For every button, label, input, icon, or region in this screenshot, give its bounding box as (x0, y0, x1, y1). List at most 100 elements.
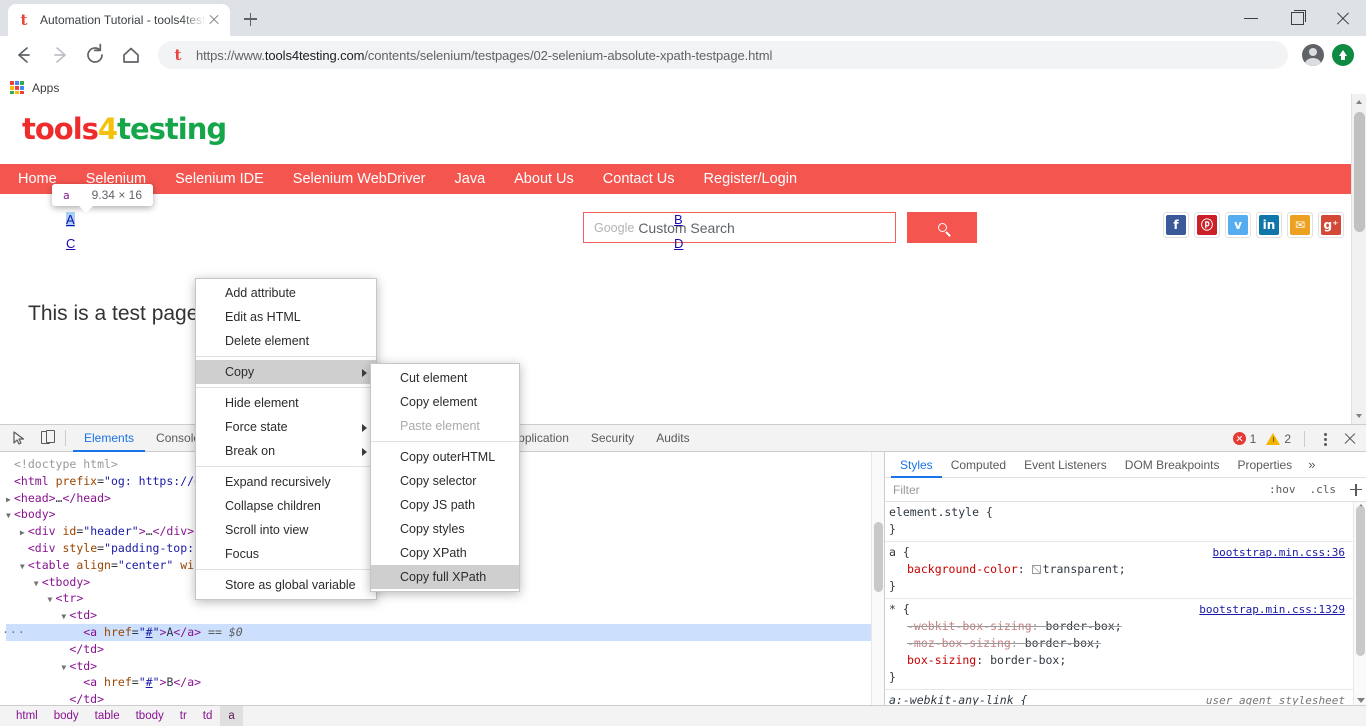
page-link-b[interactable]: B (674, 212, 683, 227)
menu-item-copy[interactable]: Copy (196, 360, 376, 384)
dom-node[interactable]: </td> (6, 641, 884, 658)
breadcrumb-item-body[interactable]: body (46, 706, 87, 726)
dom-tree-scrollbar[interactable] (871, 452, 884, 705)
color-swatch[interactable] (1031, 565, 1041, 574)
scroll-up-icon[interactable] (1352, 94, 1366, 110)
submenu-item-copy-js-path[interactable]: Copy JS path (371, 493, 519, 517)
dom-node[interactable]: <a href="#">B</a> (6, 674, 884, 691)
styles-tab-computed[interactable]: Computed (942, 452, 1015, 478)
style-rule[interactable]: bootstrap.min.css:1329 * {-webkit-box-siz… (885, 599, 1353, 690)
style-rule[interactable]: element.style {} (885, 502, 1353, 542)
style-declaration[interactable]: -webkit-box-sizing: border-box; (889, 618, 1353, 635)
menu-item-break-on[interactable]: Break on (196, 439, 376, 463)
new-style-rule-icon[interactable] (1346, 478, 1366, 502)
warning-count-badge[interactable]: 2 (1262, 432, 1295, 446)
breadcrumb-item-html[interactable]: html (8, 706, 46, 726)
styles-tab-dom-breakpoints[interactable]: DOM Breakpoints (1116, 452, 1229, 478)
apps-bookmark-label[interactable]: Apps (32, 81, 59, 95)
styles-scrollbar[interactable] (1353, 502, 1366, 705)
style-rule-source[interactable]: bootstrap.min.css:1329 (1199, 601, 1345, 618)
menu-item-add-attribute[interactable]: Add attribute (196, 281, 376, 305)
submenu-item-copy-full-xpath[interactable]: Copy full XPath (371, 565, 519, 589)
breadcrumb-item-tbody[interactable]: tbody (128, 706, 172, 726)
styles-tab-styles[interactable]: Styles (891, 452, 942, 478)
dom-node[interactable]: ▼ <tr> (6, 590, 884, 607)
link-cell-b[interactable]: B (674, 212, 683, 227)
element-classes-button[interactable]: .cls (1306, 483, 1341, 496)
menu-item-force-state[interactable]: Force state (196, 415, 376, 439)
styles-tab-event-listeners[interactable]: Event Listeners (1015, 452, 1116, 478)
scroll-down-icon[interactable] (1352, 408, 1366, 424)
menu-item-hide-element[interactable]: Hide element (196, 391, 376, 415)
nav-item-java[interactable]: Java (455, 171, 486, 187)
menu-item-scroll-into-view[interactable]: Scroll into view (196, 518, 376, 542)
submenu-item-copy-styles[interactable]: Copy styles (371, 517, 519, 541)
devtools-tab-elements[interactable]: Elements (73, 425, 145, 452)
inspect-element-icon[interactable] (6, 425, 32, 451)
style-declaration[interactable]: background-color: transparent; (889, 561, 1353, 578)
styles-more-tabs-icon[interactable]: » (1301, 457, 1322, 472)
reload-icon[interactable] (80, 40, 110, 70)
devtools-more-options-icon[interactable] (1314, 425, 1336, 452)
nav-item-home[interactable]: Home (18, 171, 57, 187)
nav-item-about-us[interactable]: About Us (514, 171, 574, 187)
submenu-item-copy-outerhtml[interactable]: Copy outerHTML (371, 445, 519, 469)
tab-close-icon[interactable] (206, 12, 222, 28)
address-bar[interactable]: t https://www.tools4testing.com/contents… (158, 41, 1288, 69)
page-link-d[interactable]: D (674, 236, 683, 251)
submenu-item-copy-selector[interactable]: Copy selector (371, 469, 519, 493)
error-count-badge[interactable]: 1 (1229, 432, 1261, 446)
style-rule-source[interactable]: bootstrap.min.css:36 (1213, 544, 1345, 561)
back-arrow-icon[interactable] (8, 40, 38, 70)
nav-item-register-login[interactable]: Register/Login (704, 171, 798, 187)
styles-filter-input[interactable]: Filter (893, 483, 1259, 497)
force-hover-state-button[interactable]: :hov (1265, 483, 1300, 496)
profile-avatar-icon[interactable] (1302, 44, 1324, 66)
menu-item-edit-as-html[interactable]: Edit as HTML (196, 305, 376, 329)
devtools-close-icon[interactable] (1338, 425, 1362, 452)
styles-scrollbar-thumb[interactable] (1356, 506, 1365, 656)
new-tab-button[interactable] (236, 5, 264, 33)
dom-node[interactable]: </td> (6, 691, 884, 705)
browser-tab[interactable]: t Automation Tutorial - tools4testi (8, 4, 230, 36)
page-link-c[interactable]: C (66, 236, 75, 251)
page-link-a[interactable]: A (66, 212, 75, 227)
devtools-tab-audits[interactable]: Audits (645, 425, 700, 452)
style-declaration[interactable]: box-sizing: border-box; (889, 652, 1353, 669)
apps-grid-icon[interactable] (10, 80, 24, 95)
menu-item-focus[interactable]: Focus (196, 542, 376, 566)
page-scrollbar-thumb[interactable] (1354, 112, 1365, 232)
close-icon[interactable] (1320, 0, 1366, 36)
toggle-device-toolbar-icon[interactable] (32, 425, 58, 451)
minimize-icon[interactable] (1228, 0, 1274, 36)
page-scrollbar[interactable] (1351, 94, 1366, 424)
nav-item-selenium-ide[interactable]: Selenium IDE (175, 171, 264, 187)
nav-item-selenium-webdriver[interactable]: Selenium WebDriver (293, 171, 426, 187)
menu-item-collapse-children[interactable]: Collapse children (196, 494, 376, 518)
breadcrumb-item-a[interactable]: a (220, 706, 243, 726)
dom-node-selected[interactable]: ··· <a href="#">A</a> == $0 (2, 623, 884, 641)
dom-node[interactable]: ▼ <td> (6, 658, 884, 675)
link-cell-a[interactable]: A (66, 212, 75, 227)
site-logo[interactable]: tools4testing (22, 112, 227, 146)
dom-tree-scrollbar-thumb[interactable] (874, 522, 883, 592)
link-cell-d[interactable]: D (674, 236, 683, 251)
style-rule[interactable]: user agent stylesheet a:-webkit-any-link … (885, 690, 1353, 705)
home-icon[interactable] (116, 40, 146, 70)
menu-item-store-as-global-variable[interactable]: Store as global variable (196, 573, 376, 597)
styles-tab-properties[interactable]: Properties (1228, 452, 1301, 478)
style-rule[interactable]: bootstrap.min.css:36 a {background-color:… (885, 542, 1353, 599)
submenu-item-copy-xpath[interactable]: Copy XPath (371, 541, 519, 565)
menu-item-expand-recursively[interactable]: Expand recursively (196, 470, 376, 494)
styles-scroll-down-icon[interactable] (1357, 698, 1365, 703)
link-cell-c[interactable]: C (66, 236, 75, 251)
dom-node[interactable]: ▼ <td> (6, 607, 884, 624)
update-available-icon[interactable] (1332, 44, 1354, 66)
breadcrumb-item-tr[interactable]: tr (172, 706, 195, 726)
submenu-item-cut-element[interactable]: Cut element (371, 366, 519, 390)
menu-item-delete-element[interactable]: Delete element (196, 329, 376, 353)
style-declaration[interactable]: -moz-box-sizing: border-box; (889, 635, 1353, 652)
devtools-tab-security[interactable]: Security (580, 425, 645, 452)
submenu-item-copy-element[interactable]: Copy element (371, 390, 519, 414)
maximize-icon[interactable] (1274, 0, 1320, 36)
